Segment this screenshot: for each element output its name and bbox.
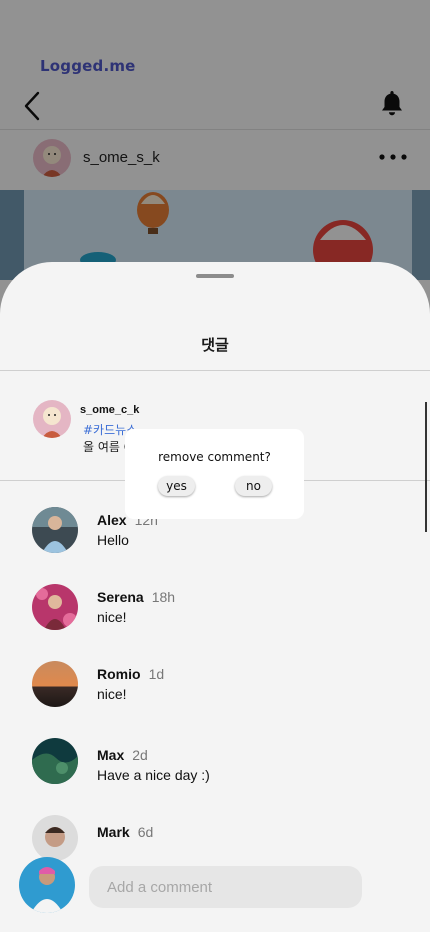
- comment-author-name[interactable]: Max: [97, 747, 124, 763]
- comment-author-name[interactable]: Romio: [97, 666, 141, 682]
- comments-sheet: 댓글 s_ome_c_k #카드뉴스 올 여름 O Alex 12h Hello…: [0, 262, 430, 932]
- comment-time: 2d: [132, 747, 148, 763]
- comment-avatar[interactable]: [32, 738, 78, 784]
- comment-author[interactable]: Mark 6d: [97, 824, 153, 840]
- no-button[interactable]: no: [235, 476, 272, 496]
- title-divider: [0, 370, 430, 371]
- comment-text: Hello: [97, 532, 129, 548]
- sheet-drag-handle[interactable]: [196, 274, 234, 278]
- post-detail-screen: Logged.me s_ome_s_k 댓글 s_ome_c_k #카드뉴스 올…: [0, 0, 430, 932]
- comment-input[interactable]: [89, 866, 362, 908]
- comment-time: 6d: [137, 824, 154, 840]
- comment-author-name[interactable]: Serena: [97, 589, 144, 605]
- dialog-title: remove comment?: [158, 450, 271, 464]
- comment-avatar[interactable]: [32, 661, 78, 707]
- comment-avatar[interactable]: [32, 584, 78, 630]
- comment-text: nice!: [97, 609, 127, 625]
- comment-avatar[interactable]: [32, 815, 78, 861]
- comment-author[interactable]: Max 2d: [97, 747, 148, 763]
- sheet-title: 댓글: [201, 336, 229, 354]
- comment-author-name[interactable]: Alex: [97, 512, 127, 528]
- caption-avatar[interactable]: [33, 400, 71, 438]
- scrollbar[interactable]: [425, 402, 427, 532]
- comment-author-name[interactable]: Mark: [97, 824, 130, 840]
- comment-author[interactable]: Serena 18h: [97, 589, 175, 605]
- comment-author[interactable]: Romio 1d: [97, 666, 164, 682]
- remove-comment-dialog: remove comment? yes no: [125, 429, 304, 519]
- yes-button[interactable]: yes: [158, 476, 195, 496]
- comment-avatar[interactable]: [32, 507, 78, 553]
- current-user-avatar[interactable]: [19, 857, 75, 913]
- comment-time: 18h: [151, 589, 176, 605]
- comment-text: Have a nice day :): [97, 767, 210, 783]
- caption-author[interactable]: s_ome_c_k: [80, 404, 139, 416]
- comment-text: nice!: [97, 686, 127, 702]
- comment-time: 1d: [148, 666, 165, 682]
